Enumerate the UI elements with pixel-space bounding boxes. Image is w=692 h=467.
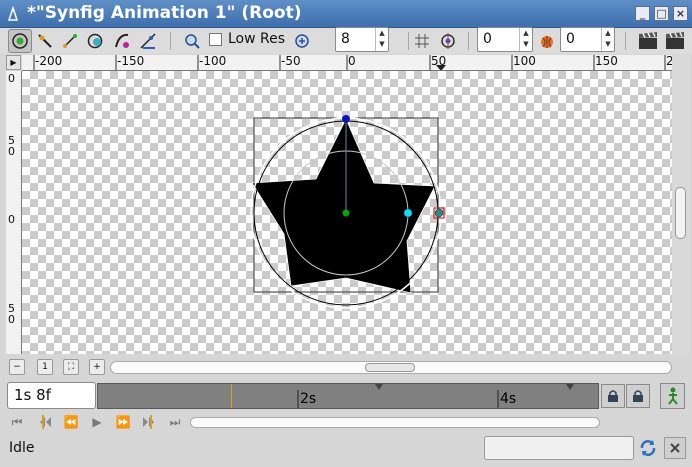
maximize-icon[interactable]: □ (654, 6, 669, 21)
ruler-tick-label: 100 (513, 55, 536, 68)
stop-render-icon[interactable] (664, 437, 686, 459)
canvas-workarea[interactable] (22, 71, 672, 354)
zoom-fit-icon[interactable] (290, 29, 314, 53)
ruler-tick-label: 0 (8, 313, 15, 326)
refresh-icon[interactable] (638, 438, 658, 458)
play-icon[interactable]: ▶ (86, 414, 108, 430)
ruler-tick-label: 0 (8, 72, 15, 85)
ruler-tick-label: 0 (8, 145, 15, 158)
onion-future-spinbox[interactable]: 0 ▲ ▼ (560, 27, 615, 52)
smooth-move-tool-icon[interactable] (33, 29, 57, 53)
canvas-zoom-bar: − 1 ⛶ + (0, 356, 692, 378)
horizontal-ruler[interactable]: -200 -150 -100 -50 0 50 100 150 2 (22, 55, 672, 71)
window-title: *"Synfig Animation 1" (Root) (27, 3, 302, 23)
vertical-ruler[interactable]: 0 5 0 0 5 0 (6, 71, 22, 354)
past-onion-icon[interactable] (535, 29, 559, 53)
draw-tool-icon[interactable] (136, 29, 160, 53)
canvas-menu-button[interactable]: ▶ (6, 55, 21, 70)
synfig-app-icon (7, 6, 19, 21)
spin-arrows-icon[interactable]: ▲ ▼ (601, 28, 614, 51)
past-keyframe-lock-icon[interactable] (601, 384, 625, 408)
inner-radius-handle[interactable] (403, 208, 413, 218)
low-res-label: Low Res (228, 31, 286, 47)
horizontal-scrollbar[interactable] (110, 361, 672, 374)
close-icon[interactable]: × (673, 6, 688, 21)
onion-past-spinbox[interactable]: 0 ▲ ▼ (477, 27, 533, 52)
low-res-checkbox[interactable] (209, 33, 222, 46)
canvas-drawing[interactable] (22, 71, 672, 354)
prev-frame-icon[interactable]: ⏪ (60, 414, 82, 430)
toolbar-separator (625, 32, 626, 50)
animation-mode-icon[interactable] (660, 383, 685, 409)
time-ticks (297, 390, 499, 408)
vertical-scrollbar-thumb[interactable] (675, 187, 686, 239)
toolbar-separator (170, 32, 171, 50)
status-text: Idle (9, 440, 35, 456)
current-time-field[interactable]: 1s 8f (7, 382, 96, 409)
ruler-tick-label: 0 (8, 213, 15, 226)
vertical-scrollbar[interactable] (672, 55, 690, 354)
transform-tool-icon[interactable] (8, 29, 32, 53)
time-zoom-scrollbar[interactable] (190, 417, 600, 428)
quality-spinbox[interactable]: 8 ▲ ▼ (335, 27, 389, 52)
toolbar-separator (468, 32, 469, 50)
preview-icon[interactable] (663, 29, 687, 53)
horizontal-scrollbar-thumb[interactable] (365, 363, 415, 372)
minimize-icon[interactable]: _ (635, 6, 650, 21)
origin-handle[interactable] (342, 209, 350, 217)
time-slider[interactable]: 2s 4s (97, 383, 599, 409)
scale-tool-icon[interactable] (58, 29, 82, 53)
seek-begin-icon[interactable]: ⏮ (6, 414, 28, 430)
zoom-fit-small-icon[interactable]: ⛶ (63, 359, 79, 375)
next-keyframe-icon[interactable] (138, 414, 160, 430)
ruler-tick-label: -150 (117, 55, 145, 68)
angle-handle[interactable] (342, 115, 350, 123)
title-bar: *"Synfig Animation 1" (Root) _ □ × (0, 0, 692, 28)
ruler-tick-label: 150 (595, 55, 618, 68)
outer-radius-handle[interactable] (434, 208, 444, 218)
next-frame-icon[interactable]: ⏩ (112, 414, 134, 430)
prev-keyframe-icon[interactable] (34, 414, 56, 430)
render-icon[interactable] (636, 29, 660, 53)
zoom-100-icon[interactable]: 1 (37, 359, 53, 375)
future-keyframe-lock-icon[interactable] (626, 384, 650, 408)
seek-end-icon[interactable]: ⏭ (164, 414, 186, 430)
zoom-in-icon[interactable]: + (89, 359, 105, 375)
onion-past-value: 0 (483, 31, 492, 47)
ruler-tick-label: -50 (281, 55, 301, 68)
mirror-tool-icon[interactable] (110, 29, 134, 53)
ruler-tick-label: 0 (348, 55, 356, 68)
toolbar-separator (408, 32, 409, 50)
grid-icon[interactable] (410, 29, 434, 53)
zoom-out-icon[interactable]: − (9, 359, 25, 375)
onion-skin-icon[interactable] (436, 29, 460, 53)
transport-controls: ⏮ ⏪ ▶ ⏩ ⏭ (0, 412, 692, 432)
quality-value: 8 (341, 31, 350, 47)
ruler-tick-label: -200 (35, 55, 63, 68)
ruler-tick-label: -100 (199, 55, 227, 68)
spin-arrows-icon[interactable]: ▲ ▼ (519, 28, 532, 51)
onion-future-value: 0 (566, 31, 575, 47)
rotate-tool-icon[interactable] (83, 29, 107, 53)
spin-arrows-icon[interactable]: ▲ ▼ (375, 28, 388, 51)
zoom-icon[interactable] (180, 29, 204, 53)
render-progress-bar (484, 436, 634, 460)
